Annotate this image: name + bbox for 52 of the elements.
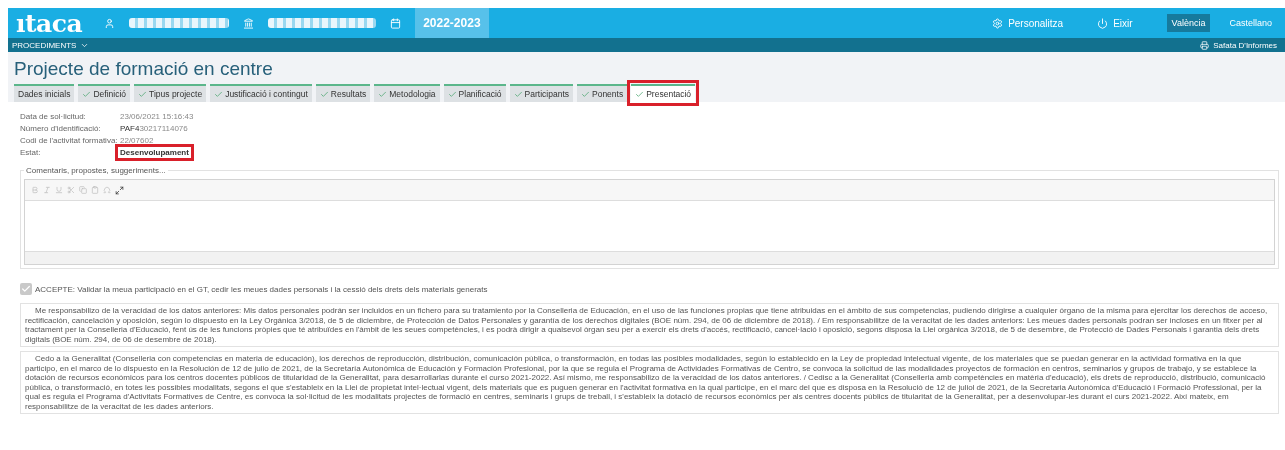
field-label: Codi de l'activitat formativa: bbox=[20, 135, 119, 145]
reports-link[interactable]: Safata D'Informes bbox=[1200, 40, 1277, 50]
bold-icon[interactable] bbox=[31, 186, 39, 194]
field-value: Desenvolupament bbox=[115, 143, 194, 161]
maximize-icon[interactable] bbox=[115, 185, 124, 195]
procedures-menu[interactable]: PROCEDIMENTS bbox=[12, 40, 90, 50]
check-icon bbox=[138, 89, 148, 99]
calendar-icon bbox=[390, 17, 402, 29]
panel-legend: Comentaris, propostes, suggeriments... bbox=[24, 166, 168, 175]
special-character-icon[interactable] bbox=[103, 186, 111, 194]
field-value: 23/06/2021 15:16:43 bbox=[120, 111, 194, 121]
check-icon bbox=[581, 89, 590, 99]
settings-icon bbox=[992, 17, 1004, 29]
check-icon bbox=[378, 89, 388, 99]
field-value: 22/07602 bbox=[120, 135, 154, 145]
check-icon bbox=[513, 89, 523, 99]
page-title: Projecte de formació en centre bbox=[14, 58, 274, 80]
language-link[interactable]: València bbox=[1166, 14, 1211, 32]
user-icon bbox=[104, 17, 116, 29]
school-year: 2022-2023 bbox=[415, 8, 489, 38]
logo: ıtaca bbox=[16, 8, 83, 38]
cut-icon[interactable] bbox=[67, 186, 75, 194]
legal-notice: Cedo a la Generalitat (Conselleria con competencias en materia de educación), los derechos de reproducción, distribución, comunicación pública, o transformación, en todas las posibles modalidades, según lo establecido en la Ley de propiedad intelectual vigente, de los materiales que se puedan generar en la actividad formativa en la que participo, en el marco de lo dispuesto en la Resolución de 12 de julio de 2021, de la Secretaría Autonómica de Educación y Formación Profesional, por la que se regula el Programa de Actividades Formativas de Centro, se convoca la solicitud de las modalidades proyectos de formación en centros, seminarios y grupos de trabajo, y se establece la dotación de recursos económicos para los centros docentes públicos de titularidad de la Generalitat, para desarrollarlas durante el curso 2021-2022. Así mismo, me responsabilizo de la veracidad de los datos anteriores. / Cedisc a la Generalitat (Conselleria amb competències en matèria d'educació), els drets de reproducció, distribució, comunicació pública, o transformació, en totes les possibles modalitats, segons el que s'estableix en la Llei de propietat intel·lectual vigent, dels materials que es puguen generar en l'activitat formativa en la qual participe, en el marc del que es disposa en la Resolució de 12 de juliol de 2021, de la Secretaria Autonòmica d'Educació i Formació Professional, per la qual es regula el Programa d'Activitats Formatives de Centre, es convoca la sol·licitud de les modalitats projectes de formació en centres, seminaris i grups de treball, i s'estableix la dotació de recursos econòmics per als centres docents públics de titularitat de la Generalitat, per a desenvolupar-les durant el curs 2021-2022. Així mateix, em responsabilitze de la veracitat de les dades anteriors. bbox=[20, 351, 1279, 414]
tab[interactable]: Definició bbox=[78, 84, 131, 102]
building-icon bbox=[243, 17, 255, 29]
checkbox-label: ACCEPTE: Validar la meua participació en el GT, cedir les meues dades personals i la cessió dels drets dels materials generats bbox=[35, 284, 488, 294]
check-icon bbox=[214, 89, 224, 99]
tab[interactable]: Ponents bbox=[577, 84, 628, 102]
tab[interactable]: Dades inicials bbox=[14, 84, 75, 102]
legal-notice: Me responsabilizo de la veracidad de los datos anteriores: Mis datos personales podrán ser incluidos en un fichero para su tratamiento por la Conselleria de Educación, en el uso de las funciones propias que tiene atribuidas en el ámbito de sus competencias, pudiendo dirigirse a cualquier órgano de la misma para ejercitar los derechos de acceso, rectificación, cancelación y oposición, según lo dispuesto en la Ley Orgánica 3/2018, de 5 de diciembre, de Protección de Datos Personales y garantía de los derechos digitales (BOE núm. 294, de 06 de diciembre de 2018). / Em responsabilitze de la veracitat de les dades anteriors: Les meues dades personals podran ser incloses en un fitxer per al tractament per la Conselleria d'Educació, fent ús de les funcions pròpies que té atribuïdes en l'àmbit de les seues competències, i es podrà dirigir a qualsevol òrgan seu per a exercir els drets d'accés, rectificació, cancel·lació i oposició, segons disposa la Llei orgànica 3/2018, de 5 de desembre, de Protecció de Dades Personals i garantia dels drets digitals (BOE núm. 294, de 06 de desembre de 2018). bbox=[20, 303, 1279, 347]
field-label: Data de sol·licitud: bbox=[20, 111, 87, 121]
tab[interactable]: Tipus projecte bbox=[134, 84, 207, 102]
underline-icon[interactable] bbox=[55, 186, 63, 194]
tab[interactable]: Metodologia bbox=[374, 84, 440, 102]
field-value: PAF4 bbox=[120, 123, 140, 133]
italic-icon[interactable] bbox=[43, 186, 51, 194]
field-label: Estat: bbox=[20, 147, 42, 157]
tab[interactable]: Participants bbox=[509, 84, 573, 102]
tab[interactable]: Planificació bbox=[443, 84, 506, 102]
tab[interactable]: Resultats bbox=[315, 84, 371, 102]
paste-icon[interactable] bbox=[91, 186, 99, 194]
field-label: Número d'identificació: bbox=[20, 123, 102, 133]
check-icon bbox=[319, 89, 329, 99]
power-icon bbox=[1097, 17, 1109, 29]
tab[interactable]: Justificació i contingut bbox=[210, 84, 312, 102]
check-icon bbox=[635, 89, 645, 99]
check-icon bbox=[447, 89, 457, 99]
field-value: 30217114076 bbox=[139, 123, 188, 133]
copy-icon[interactable] bbox=[79, 186, 87, 194]
check-icon bbox=[21, 284, 31, 294]
printer-icon bbox=[1200, 40, 1210, 50]
check-icon bbox=[82, 89, 92, 99]
